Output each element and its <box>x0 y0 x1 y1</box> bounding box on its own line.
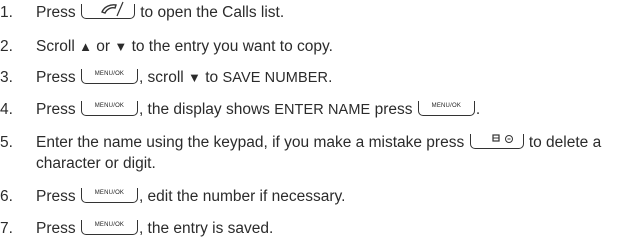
down-arrow-icon: ▼ <box>114 39 128 54</box>
menu-ok-key-label: MENU/OK <box>94 71 125 77</box>
display-text: ENTER NAME <box>274 102 371 118</box>
step-text: , edit the number if necessary. <box>138 188 346 205</box>
step-text: Press <box>36 220 76 237</box>
menu-ok-key-label: MENU/OK <box>431 103 462 109</box>
step-text: to delete a <box>528 134 602 151</box>
step-text: , the entry is saved. <box>138 220 274 237</box>
down-arrow-icon: ▼ <box>188 70 201 85</box>
step-number: 6. <box>0 188 13 205</box>
step-text: Press <box>36 69 76 86</box>
up-arrow-icon: ▲ <box>79 39 92 54</box>
talk-key-icon <box>80 1 135 19</box>
step-text: press <box>374 101 413 118</box>
step-number: 2. <box>0 38 13 55</box>
step-text: Scroll <box>36 38 75 55</box>
menu-ok-key-icon: MENU/OK <box>417 101 475 116</box>
menu-ok-key-label: MENU/OK <box>94 190 125 196</box>
menu-ok-key-icon: MENU/OK <box>80 101 138 116</box>
step-text: character or digit. <box>36 155 156 172</box>
step-text: to open the Calls list. <box>140 4 285 21</box>
step-text: . <box>328 69 333 86</box>
step-number: 7. <box>0 220 13 237</box>
menu-option-text: SAVE NUMBER <box>222 70 329 86</box>
step-text: Enter the name using the keypad, if you … <box>36 134 465 151</box>
menu-ok-key-icon: MENU/OK <box>80 188 138 203</box>
step-number: 3. <box>0 69 13 86</box>
step-text: to the entry you want to copy. <box>131 38 333 55</box>
menu-ok-key-label: MENU/OK <box>94 103 125 109</box>
step-text: Press <box>36 101 76 118</box>
step-text: . <box>475 101 481 118</box>
delete-key-icon <box>469 134 524 149</box>
step-text: , the display shows <box>138 101 270 118</box>
step-number: 5. <box>0 134 13 151</box>
step-number: 4. <box>0 101 13 118</box>
step-text: Press <box>36 188 76 205</box>
menu-ok-key-icon: MENU/OK <box>80 220 138 235</box>
step-text: or <box>96 38 111 55</box>
step-text: , scroll <box>138 69 184 86</box>
menu-ok-key-label: MENU/OK <box>94 222 125 228</box>
menu-ok-key-icon: MENU/OK <box>80 69 138 84</box>
step-text: Press <box>36 4 76 21</box>
step-number: 1. <box>0 4 13 21</box>
step-text: to <box>205 69 219 86</box>
